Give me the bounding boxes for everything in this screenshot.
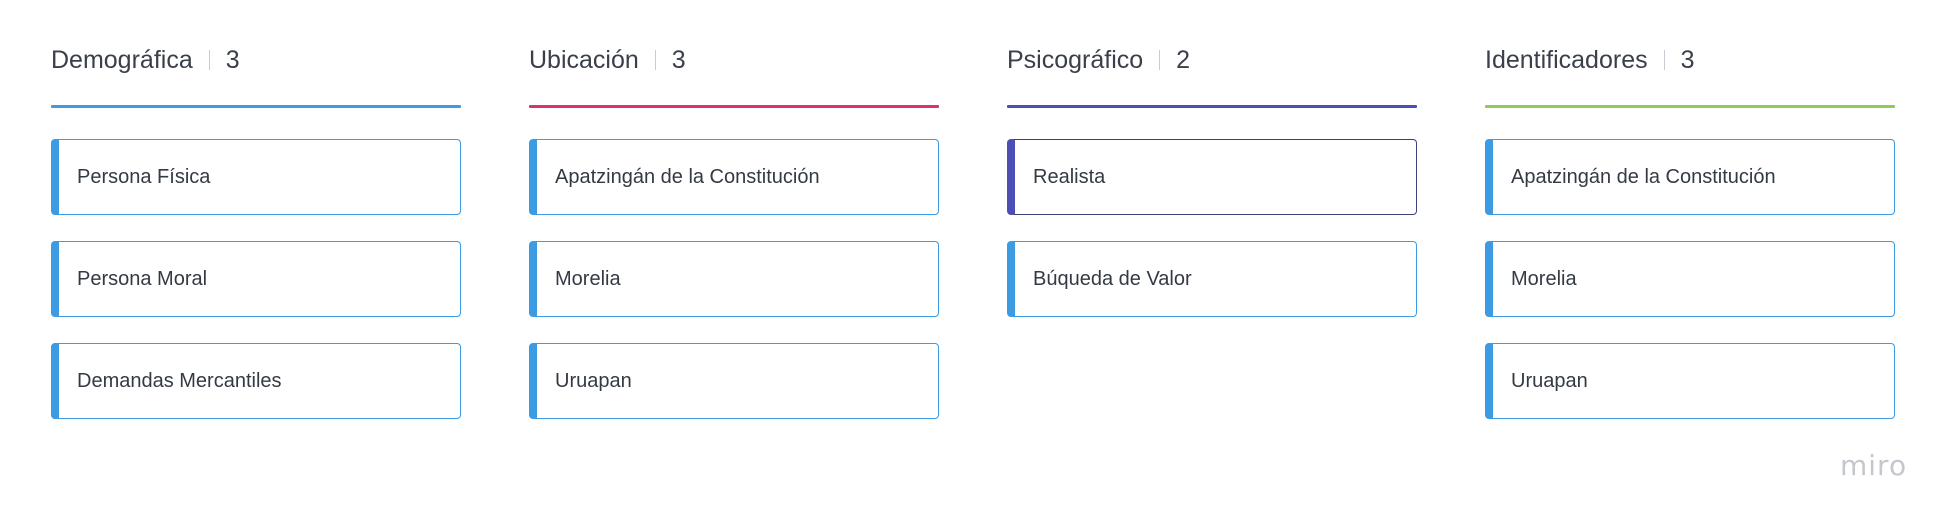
column-header[interactable]: Ubicación 3 — [529, 42, 686, 78]
card[interactable]: Demandas Mercantiles — [51, 343, 461, 419]
header-divider — [1159, 50, 1161, 70]
column-count: 3 — [671, 45, 686, 74]
header-divider — [654, 50, 656, 70]
card[interactable]: Persona Moral — [51, 241, 461, 317]
column-title: Ubicación — [529, 45, 639, 74]
card-label: Apatzingán de la Constitución — [1511, 165, 1776, 188]
card[interactable]: Persona Física — [51, 139, 461, 215]
column-color-rule — [529, 105, 939, 108]
column-title: Psicográfico — [1007, 45, 1144, 74]
card-label: Demandas Mercantiles — [77, 369, 282, 392]
miro-logo: miro — [1840, 449, 1908, 482]
card[interactable]: Uruapan — [1485, 343, 1895, 419]
card[interactable]: Apatzingán de la Constitución — [1485, 139, 1895, 215]
header-divider — [208, 50, 210, 70]
column-header[interactable]: Psicográfico 2 — [1007, 42, 1190, 78]
card[interactable]: Realista — [1007, 139, 1417, 215]
column-count: 2 — [1176, 45, 1191, 74]
card-label: Persona Moral — [77, 267, 208, 290]
card-label: Uruapan — [555, 369, 632, 392]
column-color-rule — [1007, 105, 1417, 108]
column-header[interactable]: Identificadores 3 — [1485, 42, 1695, 78]
card[interactable]: Búqueda de Valor — [1007, 241, 1417, 317]
card-label: Morelia — [1511, 267, 1577, 290]
column-count: 3 — [225, 45, 240, 74]
card-label: Búqueda de Valor — [1033, 267, 1192, 290]
card-label: Morelia — [555, 267, 621, 290]
column-color-rule — [1485, 105, 1895, 108]
card-label: Uruapan — [1511, 369, 1588, 392]
header-divider — [1663, 50, 1665, 70]
card[interactable]: Apatzingán de la Constitución — [529, 139, 939, 215]
card[interactable]: Morelia — [529, 241, 939, 317]
card-label: Persona Física — [77, 165, 211, 188]
column-color-rule — [51, 105, 461, 108]
column-count: 3 — [1680, 45, 1695, 74]
column-title: Identificadores — [1485, 45, 1648, 74]
column-header[interactable]: Demográfica 3 — [51, 42, 240, 78]
kanban-board: Demográfica 3 Persona Física Persona Mor… — [51, 0, 1895, 516]
column-title: Demográfica — [51, 45, 193, 74]
card[interactable]: Uruapan — [529, 343, 939, 419]
card-label: Realista — [1033, 165, 1106, 188]
card[interactable]: Morelia — [1485, 241, 1895, 317]
card-label: Apatzingán de la Constitución — [555, 165, 820, 188]
